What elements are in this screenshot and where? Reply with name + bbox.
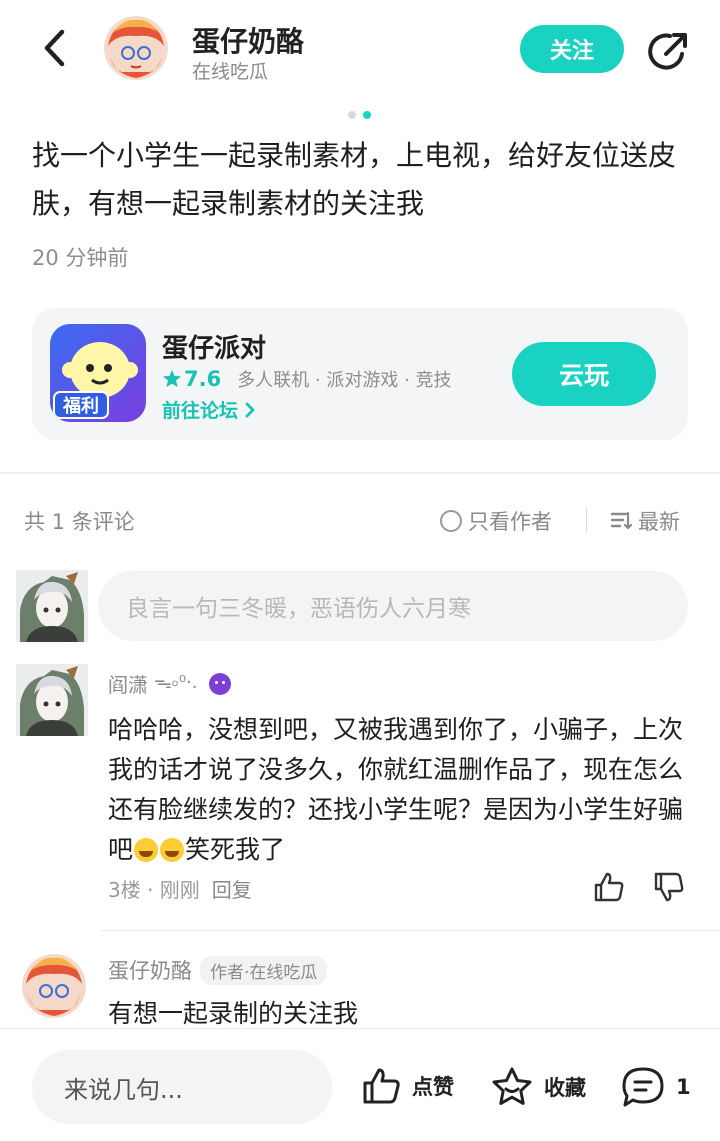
comment-text: 哈哈哈，没想到吧，又被我遇到你了，小骗子，上次我的话才说了没多久，你就红温删作品… <box>108 715 684 864</box>
pager-dot <box>348 111 356 119</box>
chevron-left-icon <box>44 29 65 67</box>
comment-meta: 3楼 · 刚刚 回复 <box>108 874 252 903</box>
reply-author-avatar[interactable] <box>22 954 86 1018</box>
crying-laugh-emoji-icon <box>134 838 159 862</box>
follow-button[interactable]: 关注 <box>520 25 624 73</box>
comment-count-badge: 1 <box>676 1075 691 1099</box>
name-decoration: ᯓ৹⁰·. <box>154 672 198 693</box>
author-badge: 作者·在线吃瓜 <box>200 955 328 985</box>
only-author-toggle[interactable]: 只看作者 <box>440 506 552 536</box>
author-status: 在线吃瓜 <box>192 61 269 83</box>
thumbs-up-icon <box>594 872 624 902</box>
sort-icon <box>610 511 632 530</box>
sort-newest-button[interactable]: 最新 <box>610 506 680 536</box>
level-badge-icon <box>209 672 232 695</box>
svg-text:福利: 福利 <box>62 395 99 417</box>
top-bar: 蛋仔奶酪 在线吃瓜 关注 <box>0 0 720 100</box>
toolbar-separator <box>586 508 587 532</box>
comment-bubble-icon <box>622 1067 664 1107</box>
post-body: 找一个小学生一起录制素材，上电视，给好友位送皮肤，有想一起录制素材的关注我 <box>32 139 677 220</box>
crying-laugh-emoji-icon <box>160 838 185 862</box>
thumbs-up-icon <box>363 1068 400 1104</box>
bottom-comment-input[interactable]: 来说几句... <box>32 1050 332 1124</box>
commenter-name[interactable]: 阎潇 ᯓ৹⁰·. <box>108 668 232 699</box>
section-divider <box>0 472 720 474</box>
comments-toolbar: 共 1 条评论 只看作者 最新 <box>0 498 720 542</box>
back-button[interactable] <box>34 26 74 70</box>
share-button[interactable] <box>644 28 692 76</box>
post-time: 20 分钟前 <box>32 246 129 270</box>
thumbs-down-icon <box>654 872 684 902</box>
game-tags: 多人联机 · 派对游戏 · 竞技 <box>237 370 452 391</box>
reply-text: 有想一起录制的关注我 <box>108 999 359 1028</box>
game-card[interactable]: 福利 蛋仔派对 7.6 多人联机 · 派对游戏 · 竞技 前往论坛 云玩 <box>32 308 688 440</box>
comment-like-button[interactable] <box>592 870 626 904</box>
commenter-avatar[interactable] <box>16 664 88 736</box>
star-outline-icon <box>492 1067 532 1105</box>
author-avatar[interactable] <box>104 16 168 80</box>
chevron-right-icon <box>245 402 255 417</box>
reply-button[interactable]: 回复 <box>212 874 252 903</box>
game-meta: 7.6 多人联机 · 派对游戏 · 竞技 <box>162 366 452 392</box>
game-name[interactable]: 蛋仔派对 <box>162 328 266 365</box>
comments-button[interactable]: 1 <box>620 1065 691 1109</box>
game-forum-link[interactable]: 前往论坛 <box>162 396 256 423</box>
like-post-button[interactable]: 点赞 <box>360 1065 454 1107</box>
comment-input[interactable]: 良言一句三冬暖，恶语伤人六月寒 <box>98 571 688 641</box>
comment-floor-time: 3楼 · 刚刚 <box>108 878 200 902</box>
game-icon[interactable]: 福利 <box>50 324 146 422</box>
image-pager <box>348 111 371 119</box>
reply-author-name[interactable]: 蛋仔奶酪 作者·在线吃瓜 <box>108 955 328 985</box>
comment-dislike-button[interactable] <box>652 870 686 904</box>
star-icon <box>163 370 181 387</box>
cloud-play-button[interactable]: 云玩 <box>512 342 656 406</box>
my-avatar[interactable] <box>16 570 88 642</box>
game-rating: 7.6 <box>162 367 221 391</box>
share-icon <box>648 33 687 70</box>
comment-divider <box>100 930 720 931</box>
comment-count: 共 1 条评论 <box>24 510 135 534</box>
pager-dot-active <box>363 111 371 119</box>
favorite-button[interactable]: 收藏 <box>490 1065 586 1109</box>
radio-circle-icon <box>440 510 462 532</box>
author-name[interactable]: 蛋仔奶酪 <box>192 20 304 60</box>
bottom-action-bar: 来说几句... 点赞 收藏 1 <box>0 1028 720 1141</box>
